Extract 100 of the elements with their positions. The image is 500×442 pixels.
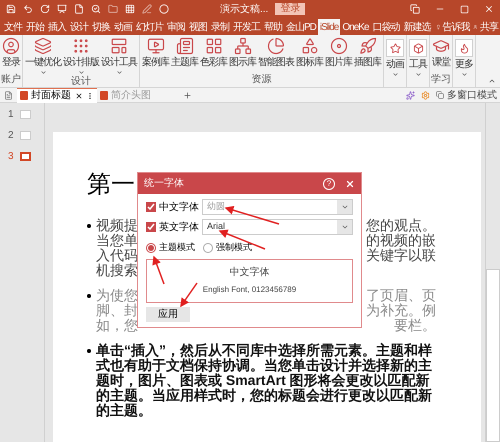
menu-tab[interactable]: 动画: [112, 19, 134, 35]
scroll-thumb[interactable]: [486, 269, 500, 442]
arrow-annotation: [152, 256, 165, 284]
presentation-icon[interactable]: [57, 4, 67, 14]
undo-icon[interactable]: [23, 4, 33, 14]
slide-number: 3: [8, 150, 14, 164]
pen-icon[interactable]: [142, 4, 152, 14]
slide-thumbnail[interactable]: [20, 152, 31, 161]
slide-text: 当您单: [96, 233, 138, 248]
slide-text: 为使您: [96, 288, 138, 303]
bullet-icon: [87, 349, 91, 353]
ribbon-button[interactable]: 设计排版: [63, 57, 99, 69]
ribbon-button[interactable]: 图标库: [296, 57, 323, 69]
ribbon-button[interactable]: 一键优化: [25, 57, 61, 69]
preview-text: 中文字体: [230, 266, 270, 280]
sparkle-icon[interactable]: [406, 90, 415, 100]
menu-tab[interactable]: 开发工: [231, 19, 262, 35]
radio-button[interactable]: [146, 242, 156, 253]
close-icon[interactable]: [75, 92, 83, 100]
checkbox[interactable]: [146, 202, 156, 212]
menu-tab[interactable]: 幻灯片: [134, 19, 165, 35]
radio-button[interactable]: [203, 242, 213, 253]
new-tab-icon[interactable]: [183, 90, 192, 100]
layers-icon: [34, 37, 52, 55]
flame-icon: [455, 39, 473, 57]
shapes-icon: [300, 37, 318, 55]
bullet-icon: [87, 224, 91, 228]
group-label: 学习: [431, 74, 451, 85]
menu-tab[interactable]: 文件: [2, 19, 24, 35]
ribbon-button[interactable]: 设计工具: [101, 57, 137, 69]
file-icon[interactable]: [74, 4, 84, 14]
share-button[interactable]: 共享: [478, 19, 500, 35]
maximize-icon[interactable]: [460, 4, 469, 14]
font-select[interactable]: 幼圆: [202, 199, 353, 215]
document-tab[interactable]: 封面标题: [17, 88, 97, 102]
ribbon-button[interactable]: 工具: [409, 59, 427, 71]
menu-tab[interactable]: 开始: [24, 19, 46, 35]
redo-icon[interactable]: [40, 4, 50, 14]
menu-tab[interactable]: 帮助: [262, 19, 284, 35]
slide-number: 1: [8, 108, 14, 122]
group-label: 设计: [71, 76, 91, 87]
ribbon-button[interactable]: 登录: [2, 57, 20, 69]
ribbon-button[interactable]: 主题库: [171, 57, 198, 69]
menu-tab[interactable]: 新建选: [402, 19, 433, 35]
gear-icon[interactable]: [421, 90, 430, 100]
ribbon-button[interactable]: 色彩库: [200, 57, 227, 69]
menu-tab[interactable]: 口袋动: [370, 19, 402, 35]
field-label: 中文字体: [159, 200, 199, 214]
menu-tab[interactable]: 切换: [90, 19, 112, 35]
slide-text: 为补充。例: [366, 303, 436, 318]
ribbon-button[interactable]: 智能图表: [258, 57, 294, 69]
slide-text: 机搜索: [96, 263, 138, 278]
grid-icon[interactable]: [125, 4, 135, 14]
slide-thumbnail[interactable]: [20, 131, 31, 140]
caret-icon: [414, 71, 422, 78]
ribbon-button[interactable]: 动画: [386, 59, 404, 71]
menu-tab[interactable]: 金山PD: [284, 19, 318, 35]
menu-tab[interactable]: 视图: [187, 19, 209, 35]
circle-icon[interactable]: [159, 4, 169, 14]
slide-text: 要栏。: [394, 318, 436, 333]
bullet-icon: [87, 294, 91, 298]
document-icon[interactable]: [4, 90, 13, 100]
ribbon-display-icon[interactable]: [410, 4, 420, 14]
font-select[interactable]: Arial: [202, 219, 353, 235]
slide-text: 的视频的嵌: [366, 233, 436, 248]
login-button[interactable]: 登录: [275, 3, 306, 15]
folder-icon[interactable]: [108, 4, 118, 14]
disc-icon: [330, 37, 348, 55]
ribbon-button[interactable]: 图片库: [325, 57, 352, 69]
arrow-annotation: [224, 206, 280, 225]
group-label: 资源: [252, 74, 272, 85]
save-icon[interactable]: [6, 4, 16, 14]
windows-icon: [436, 91, 444, 99]
menu-tab[interactable]: 插入: [46, 19, 68, 35]
slide-number: 2: [8, 129, 14, 143]
ribbon-button[interactable]: 更多: [455, 59, 473, 71]
menu-tab[interactable]: OneKe: [340, 19, 371, 35]
ribbon-button[interactable]: 图示库: [229, 57, 256, 69]
help-button[interactable]: ?: [323, 178, 335, 190]
search-icon[interactable]: [91, 4, 101, 14]
scrollbar[interactable]: [485, 103, 500, 442]
checkbox[interactable]: [146, 222, 156, 232]
slide-paragraph: 单击“插入”，然后从不同库中选择所需元素。主题和样式也有助于文档保持协调。当您单击设计并选择新的主题时，图片、图表或 SmartArt 图形将会更改以匹配新的主题。当应用样式时，您的标题会进行更改以匹配新的主题。: [96, 343, 433, 418]
slide-text: 您的观点。: [366, 218, 436, 233]
ribbon-button[interactable]: 课堂: [432, 57, 450, 69]
newspaper-icon: [176, 37, 194, 55]
tell-me-button[interactable]: 告诉我: [440, 19, 472, 35]
ribbon-button[interactable]: 插图库: [354, 57, 381, 69]
ribbon-button[interactable]: 案例库: [142, 57, 169, 69]
slide-thumbnail[interactable]: [20, 110, 31, 119]
menu-tab[interactable]: 审阅: [165, 19, 187, 35]
group-label: 账户: [1, 74, 21, 85]
menu-tab[interactable]: iSlide: [318, 19, 340, 35]
collapse-icon[interactable]: [488, 77, 496, 85]
menu-tab[interactable]: 设计: [68, 19, 90, 35]
caret-icon: [340, 203, 348, 211]
menu-tab[interactable]: 录制: [209, 19, 231, 35]
multi-window-button[interactable]: 多窗口模式: [444, 88, 500, 102]
apply-button[interactable]: 应用: [146, 306, 190, 322]
window-title: 演示文稿...: [220, 2, 268, 16]
